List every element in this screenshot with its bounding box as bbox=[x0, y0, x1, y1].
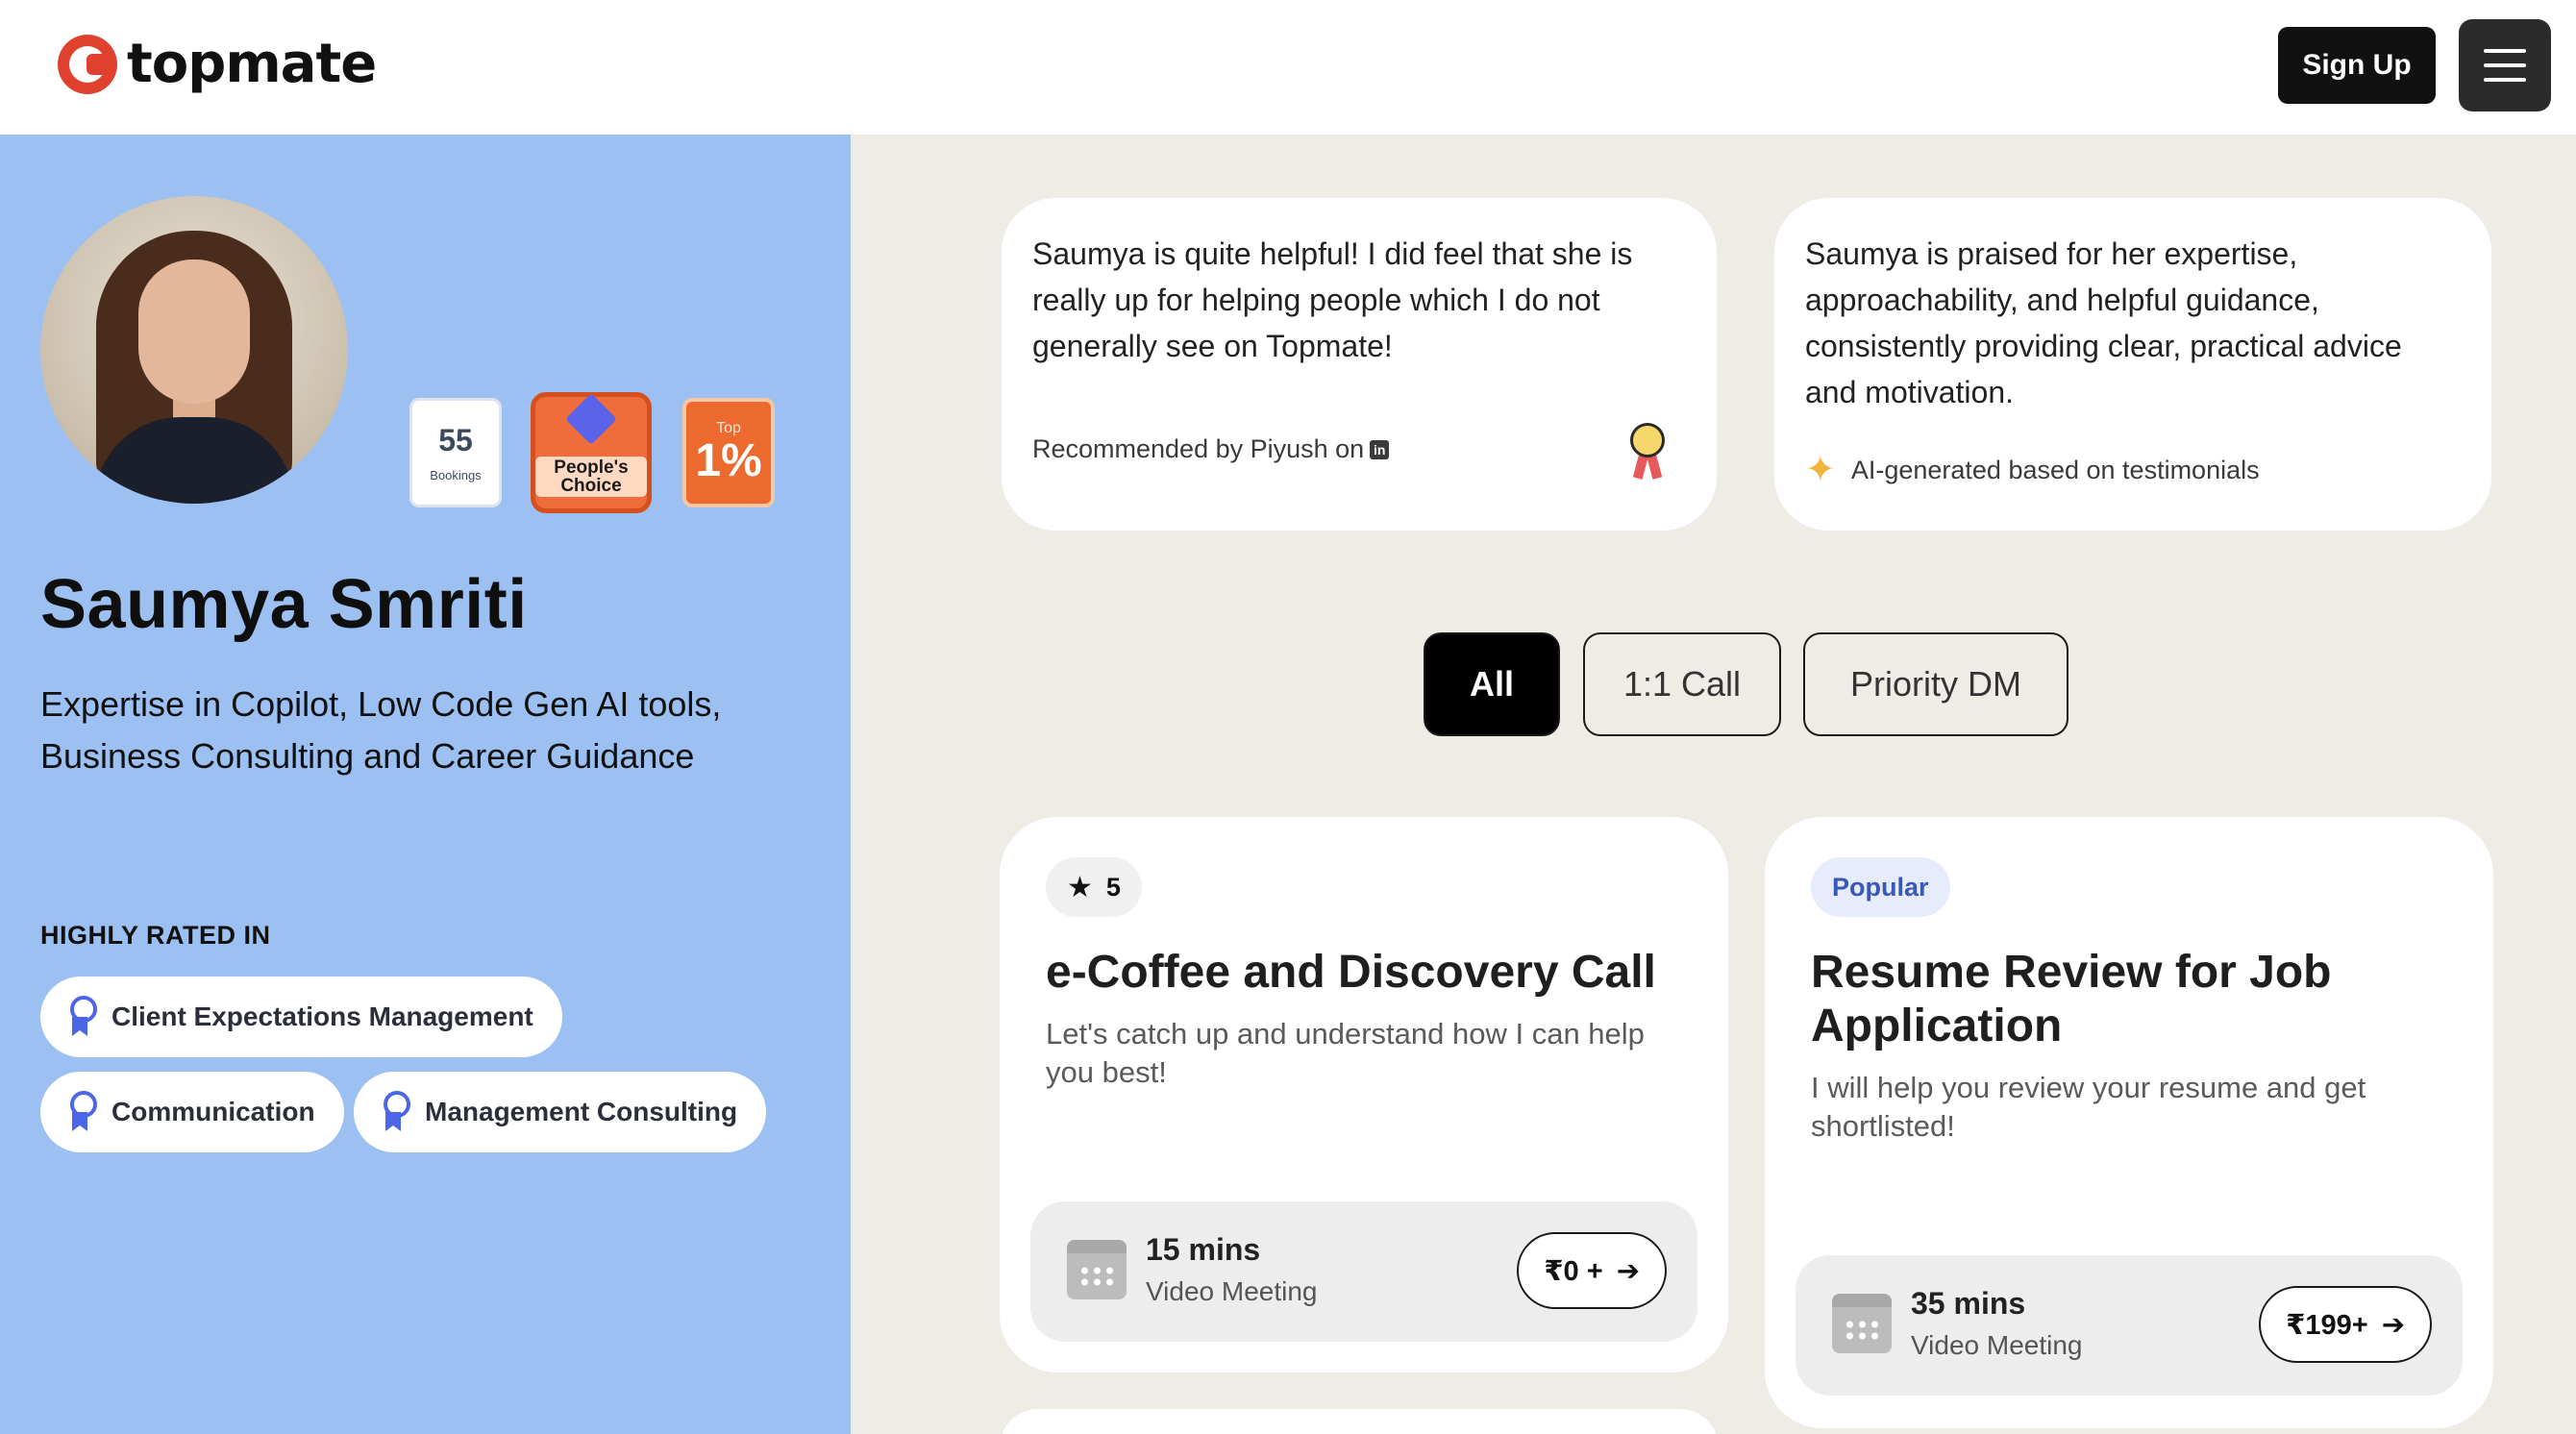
filter-tab-priority-dm[interactable]: Priority DM bbox=[1803, 632, 2068, 736]
profile-name: Saumya Smriti bbox=[40, 566, 528, 643]
service-title: e-Coffee and Discovery Call bbox=[1046, 947, 1656, 998]
top-percent-badge: Top 1% bbox=[682, 398, 775, 507]
profile-description: Expertise in Copilot, Low Code Gen AI to… bbox=[40, 684, 722, 776]
testimonial-card: Saumya is quite helpful! I did feel that… bbox=[1002, 198, 1717, 531]
calendar-icon bbox=[1832, 1294, 1892, 1353]
ai-summary-footer: ✦ AI-generated based on testimonials bbox=[1805, 452, 2260, 488]
bookings-count: 55 bbox=[438, 423, 473, 457]
highly-rated-heading: HIGHLY RATED IN bbox=[40, 921, 271, 950]
highly-rated-pill: Client Expectations Management bbox=[40, 977, 562, 1057]
service-title: Resume Review for Job Application bbox=[1811, 947, 2332, 1051]
topmate-logo[interactable]: topmate bbox=[58, 33, 377, 95]
linkedin-icon[interactable]: in bbox=[1370, 439, 1390, 459]
testimonial-footer: Recommended by Piyush on in bbox=[1032, 434, 1390, 464]
service-description: Let's catch up and understand how I can … bbox=[1046, 1017, 1645, 1089]
arrow-right-icon: ➔ bbox=[2381, 1309, 2405, 1341]
testimonial-attribution: Recommended by Piyush on bbox=[1032, 434, 1365, 463]
service-description: I will help you review your resume and g… bbox=[1811, 1071, 2366, 1143]
ai-summary-note: AI-generated based on testimonials bbox=[1850, 455, 2260, 484]
highly-rated-label: Communication bbox=[111, 1097, 315, 1126]
rating-chip: ★ 5 bbox=[1046, 857, 1142, 917]
highly-rated-label: Management Consulting bbox=[425, 1097, 738, 1126]
star-icon: ★ bbox=[1067, 871, 1093, 903]
rating-value: 5 bbox=[1105, 872, 1121, 902]
diamond-icon bbox=[565, 393, 617, 445]
testimonial-text: Saumya is quite helpful! I did feel that… bbox=[1032, 236, 1633, 363]
award-ribbon-icon bbox=[67, 1091, 97, 1133]
bookings-label: Bookings bbox=[430, 468, 482, 482]
price-label: ₹199+ bbox=[2286, 1309, 2368, 1341]
menu-icon-bar bbox=[2484, 78, 2526, 82]
sparkle-icon: ✦ bbox=[1805, 450, 1836, 490]
menu-icon-bar bbox=[2484, 49, 2526, 53]
price-label: ₹0 + bbox=[1544, 1255, 1603, 1287]
meeting-info: 35 mins Video Meeting ₹199+ ➔ bbox=[1796, 1255, 2463, 1396]
meeting-duration: 15 mins bbox=[1146, 1232, 1261, 1267]
meeting-info: 15 mins Video Meeting ₹0 + ➔ bbox=[1030, 1201, 1697, 1342]
filter-tab-1-1-call[interactable]: 1:1 Call bbox=[1583, 632, 1781, 736]
medal-icon bbox=[1619, 419, 1676, 486]
award-ribbon-icon bbox=[381, 1091, 410, 1133]
filter-tab-all[interactable]: All bbox=[1424, 632, 1560, 736]
top-header: topmate Sign Up bbox=[0, 0, 2576, 135]
profile-avatar bbox=[40, 196, 348, 504]
popular-badge: Popular bbox=[1811, 857, 1950, 917]
book-price-button[interactable]: ₹0 + ➔ bbox=[1517, 1232, 1667, 1309]
ai-summary-text: Saumya is praised for her expertise, app… bbox=[1805, 236, 2402, 409]
top-percent-value: 1% bbox=[695, 435, 762, 486]
highly-rated-label: Client Expectations Management bbox=[111, 1001, 533, 1031]
profile-panel: 55 Bookings People's Choice Top 1% Saumy… bbox=[0, 135, 851, 1434]
service-card-partial[interactable] bbox=[1000, 1409, 1719, 1434]
bookings-badge: 55 Bookings bbox=[409, 398, 502, 507]
highly-rated-pill: Communication bbox=[40, 1072, 344, 1152]
calendar-icon bbox=[1067, 1240, 1127, 1299]
hamburger-menu-button[interactable] bbox=[2459, 19, 2551, 111]
service-card-discovery-call[interactable]: ★ 5 e-Coffee and Discovery Call Let's ca… bbox=[1000, 817, 1728, 1372]
brand-name: topmate bbox=[127, 33, 377, 95]
arrow-right-icon: ➔ bbox=[1616, 1255, 1640, 1287]
menu-icon-bar bbox=[2484, 63, 2526, 67]
peoples-choice-badge: People's Choice bbox=[531, 392, 652, 513]
topmate-logo-icon bbox=[58, 34, 117, 94]
meeting-type: Video Meeting bbox=[1146, 1276, 1318, 1306]
award-ribbon-icon bbox=[67, 996, 97, 1038]
meeting-duration: 35 mins bbox=[1911, 1286, 2026, 1321]
meeting-type: Video Meeting bbox=[1911, 1330, 2083, 1360]
ai-summary-card: Saumya is praised for her expertise, app… bbox=[1774, 198, 2491, 531]
service-card-resume-review[interactable]: Popular Resume Review for Job Applicatio… bbox=[1765, 817, 2493, 1428]
sign-up-button[interactable]: Sign Up bbox=[2278, 27, 2436, 104]
book-price-button[interactable]: ₹199+ ➔ bbox=[2259, 1286, 2432, 1363]
peoples-choice-label: People's Choice bbox=[535, 457, 647, 497]
highly-rated-pill: Management Consulting bbox=[354, 1072, 767, 1152]
